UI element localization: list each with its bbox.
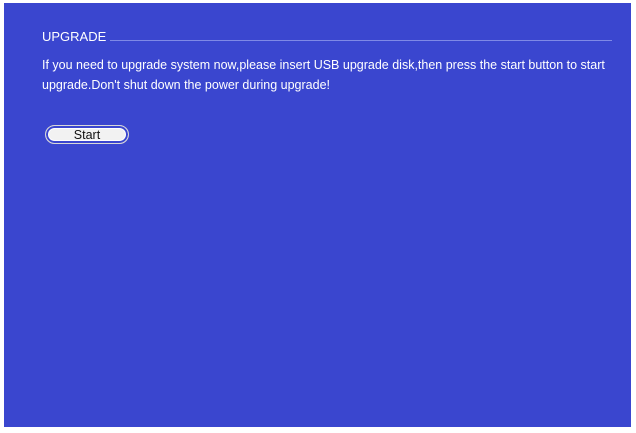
- section-header: UPGRADE: [42, 27, 612, 45]
- upgrade-panel: UPGRADE If you need to upgrade system no…: [4, 3, 631, 427]
- start-button[interactable]: Start: [45, 125, 129, 144]
- upgrade-instructions: If you need to upgrade system now,please…: [42, 58, 605, 92]
- section-title: UPGRADE: [42, 28, 107, 44]
- section-divider: [110, 40, 612, 41]
